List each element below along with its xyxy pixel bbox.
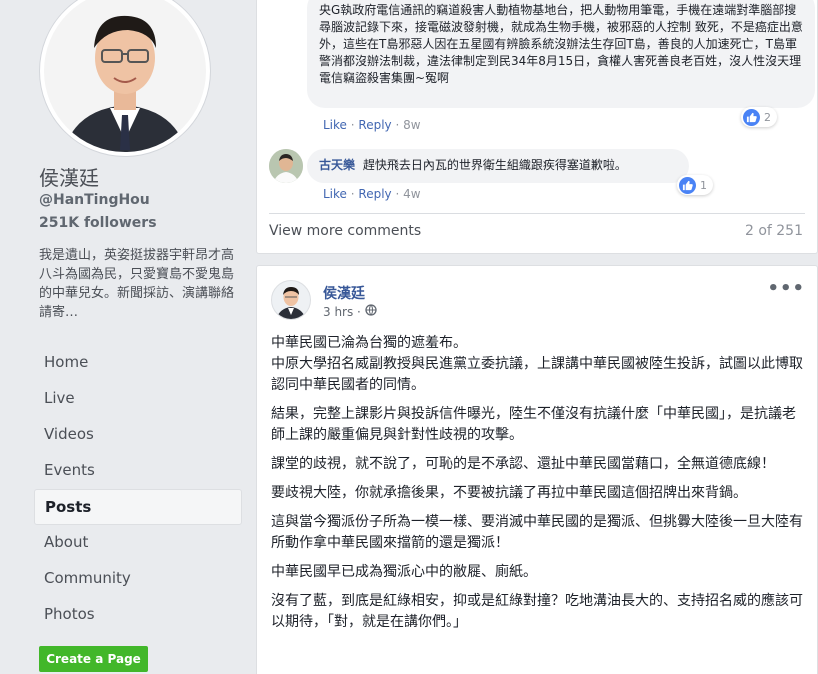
comment-actions: Like · Reply · 4w (323, 187, 421, 201)
nav-item-community[interactable]: Community (34, 561, 242, 597)
post-author-avatar[interactable] (271, 280, 311, 320)
post-body: 中華民國已淪為台獨的遮羞布。 中原大學招名威副教授與民進黨立委抗議，上課講中華民… (271, 333, 805, 641)
comment-text: 央G執政府電信通訊的竊道殺害人動植物基地台，把人動物用筆電，手機在遠端對準腦部搜… (319, 3, 803, 85)
nav-item-events[interactable]: Events (34, 453, 242, 489)
post-time-text: 3 hrs · (323, 304, 361, 319)
page-sidebar: 侯漢廷 @HanTingHou 251K followers 我是遺山，英姿挺拔… (0, 0, 250, 674)
post-card: 侯漢廷 3 hrs · ••• 中華民國已淪為台獨的遮羞布。 中原大學招名威副教… (256, 265, 818, 674)
post-options-menu[interactable]: ••• (767, 278, 805, 299)
like-link[interactable]: Like (323, 187, 347, 201)
divider (269, 213, 805, 214)
thumbs-up-icon (743, 109, 760, 126)
nav-item-videos[interactable]: Videos (34, 417, 242, 453)
reaction-count[interactable]: 1 (677, 175, 713, 195)
commenter-avatar[interactable] (269, 149, 303, 183)
comment-time[interactable]: 8w (403, 118, 420, 132)
reaction-number: 1 (700, 179, 707, 192)
reaction-count[interactable]: 2 (741, 107, 777, 127)
like-link[interactable]: Like (323, 118, 347, 132)
comments-count: 2 of 251 (744, 223, 803, 239)
post-paragraph: 中華民國已淪為台獨的遮羞布。 中原大學招名威副教授與民進黨立委抗議，上課講中華民… (271, 335, 803, 393)
page-nav: Home Live Videos Events Posts About Comm… (34, 345, 242, 633)
nav-item-live[interactable]: Live (34, 381, 242, 417)
reply-link[interactable]: Reply (358, 118, 391, 132)
post-timestamp[interactable]: 3 hrs · (323, 304, 377, 319)
comments-section: 央G執政府電信通訊的竊道殺害人動植物基地台，把人動物用筆電，手機在遠端對準腦部搜… (256, 0, 818, 254)
post-paragraph: 這與當今獨派份子所為一模一樣、要消滅中華民國的是獨派、但挑釁大陸後一旦大陸有所動… (271, 514, 803, 551)
nav-item-posts[interactable]: Posts (34, 489, 242, 525)
post-paragraph: 課堂的歧視，就不說了，可恥的是不承認、還扯中華民國當藉口，全無道德底線！ (271, 456, 775, 472)
reaction-number: 2 (764, 111, 771, 124)
globe-icon (365, 304, 377, 319)
post-paragraph: 中華民國早已成為獨派心中的敝屣、廁紙。 (271, 564, 537, 580)
thumbs-up-icon (679, 177, 696, 194)
comment-bubble: 央G執政府電信通訊的竊道殺害人動植物基地台，把人動物用筆電，手機在遠端對準腦部搜… (307, 0, 815, 108)
post-author-name[interactable]: 侯漢廷 (323, 283, 365, 303)
page-handle[interactable]: @HanTingHou (39, 192, 150, 208)
profile-picture[interactable] (40, 0, 210, 156)
comment-actions: Like · Reply · 8w (323, 118, 421, 132)
comment-text: 趕快飛去日內瓦的世界衛生組織跟疾得塞道歉啦。 (362, 158, 627, 172)
post-paragraph: 結果，完整上課影片與投訴信件曝光，陸生不僅沒有抗議什麼「中華民國」，是抗議老師上… (271, 406, 796, 443)
comment-time[interactable]: 4w (403, 187, 420, 201)
post-paragraph: 要歧視大陸，你就承擔後果，不要被抗議了再拉中華民國這個招牌出來背鍋。 (271, 485, 747, 501)
page-bio: 我是遺山，英姿挺拔器宇軒昂才高八斗為國為民，只愛寶島不愛鬼島的中華兒女。新聞採訪… (39, 248, 235, 320)
nav-item-about[interactable]: About (34, 525, 242, 561)
create-page-button[interactable]: Create a Page (39, 646, 148, 672)
comment-bubble: 古天樂 趕快飛去日內瓦的世界衛生組織跟疾得塞道歉啦。 (307, 149, 689, 183)
post-paragraph: 沒有了藍，到底是紅綠相安，抑或是紅綠對撞？吃地溝油長大的、支持招名威的應該可以期… (271, 593, 803, 630)
view-more-comments-link[interactable]: View more comments (269, 223, 421, 239)
page-name[interactable]: 侯漢廷 (39, 162, 99, 191)
commenter-name[interactable]: 古天樂 (319, 158, 355, 172)
reply-link[interactable]: Reply (358, 187, 391, 201)
followers-count: 251K followers (39, 215, 157, 231)
nav-item-photos[interactable]: Photos (34, 597, 242, 633)
nav-item-home[interactable]: Home (34, 345, 242, 381)
